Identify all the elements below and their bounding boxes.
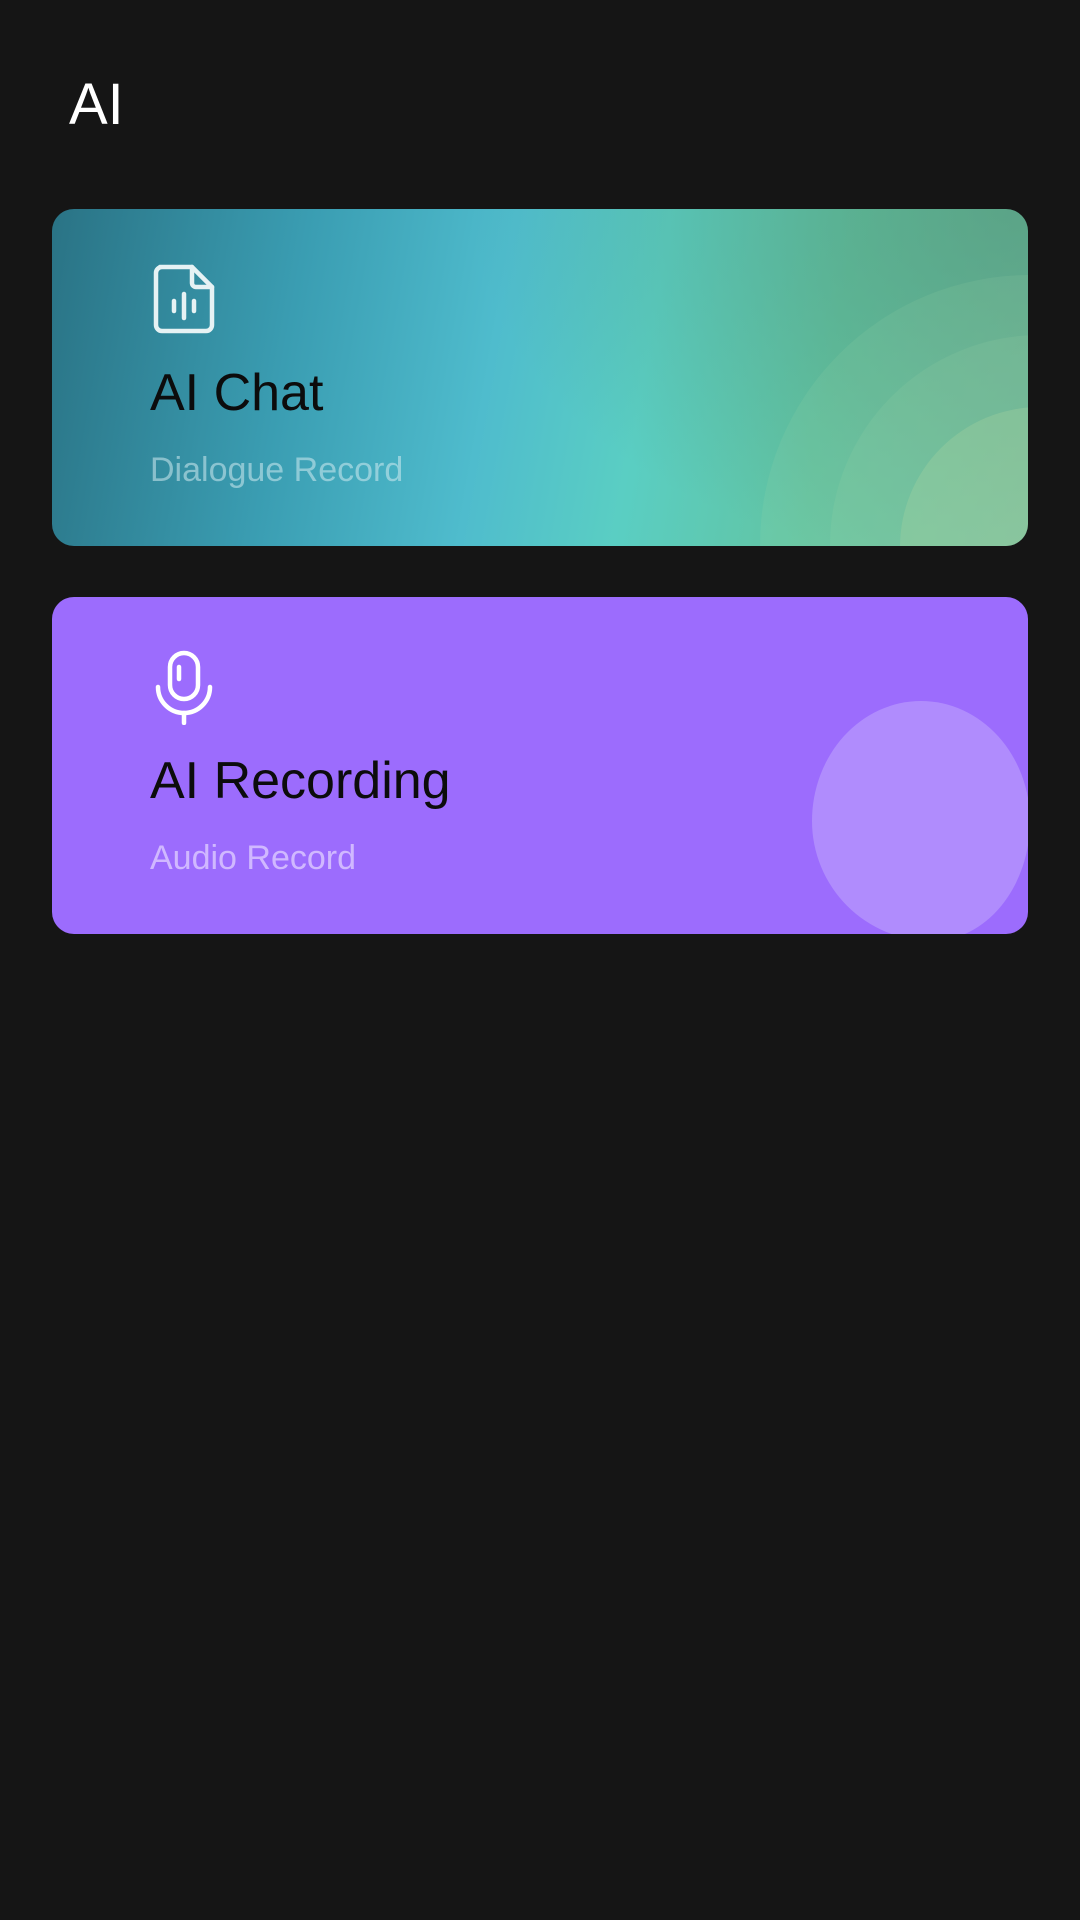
- card-title: AI Chat: [150, 364, 324, 422]
- card-title: AI Recording: [150, 752, 451, 810]
- ai-chat-card[interactable]: AI Chat Dialogue Record: [52, 209, 1028, 546]
- ai-home-screen: AI AI Chat Dialogue Record AI Recording …: [0, 0, 1080, 1920]
- decorative-circle: [812, 701, 1028, 934]
- microphone-icon: [155, 650, 213, 725]
- card-subtitle: Audio Record: [150, 839, 357, 877]
- audio-file-icon: [153, 264, 215, 334]
- page-title: AI: [69, 72, 124, 137]
- card-subtitle: Dialogue Record: [150, 451, 404, 489]
- ai-recording-card[interactable]: AI Recording Audio Record: [52, 597, 1028, 934]
